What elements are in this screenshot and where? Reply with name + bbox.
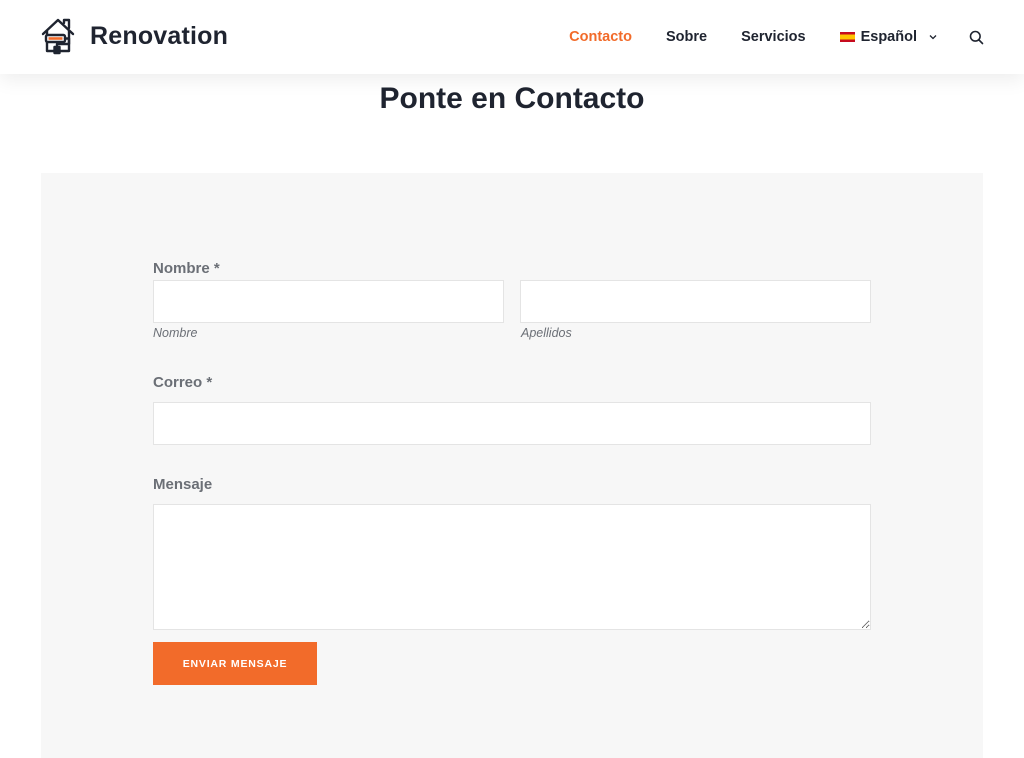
name-label: Nombre * [153,260,220,277]
chevron-down-icon [929,32,937,43]
spain-flag-icon [839,32,855,42]
house-paint-roller-icon [40,17,76,55]
language-label: Español [860,29,917,45]
search-icon[interactable] [969,30,984,45]
language-switcher[interactable]: Español [839,29,937,45]
message-label: Mensaje [153,476,213,493]
page-title: Ponte en Contacto [379,82,645,115]
site-header: Renovation Contacto Sobre Servicios Espa… [0,0,1024,74]
brand-name: Renovation [90,21,229,50]
site-logo[interactable]: Renovation [40,16,228,56]
nav-item-sobre[interactable]: Sobre [666,29,707,45]
contact-form: Nombre * Nombre Apellidos Correo * Mensa… [41,173,983,758]
message-textarea[interactable] [153,504,871,630]
email-input[interactable] [153,402,871,445]
first-name-input[interactable] [153,280,504,323]
nav-item-servicios[interactable]: Servicios [741,29,806,45]
last-name-sublabel: Apellidos [521,326,572,340]
submit-button[interactable]: ENVIAR MENSAJE [153,642,317,685]
email-label: Correo * [153,374,213,391]
last-name-input[interactable] [520,280,871,323]
first-name-sublabel: Nombre [153,326,198,340]
main-nav: Contacto Sobre Servicios Español [535,0,984,74]
nav-item-contacto[interactable]: Contacto [569,29,632,45]
